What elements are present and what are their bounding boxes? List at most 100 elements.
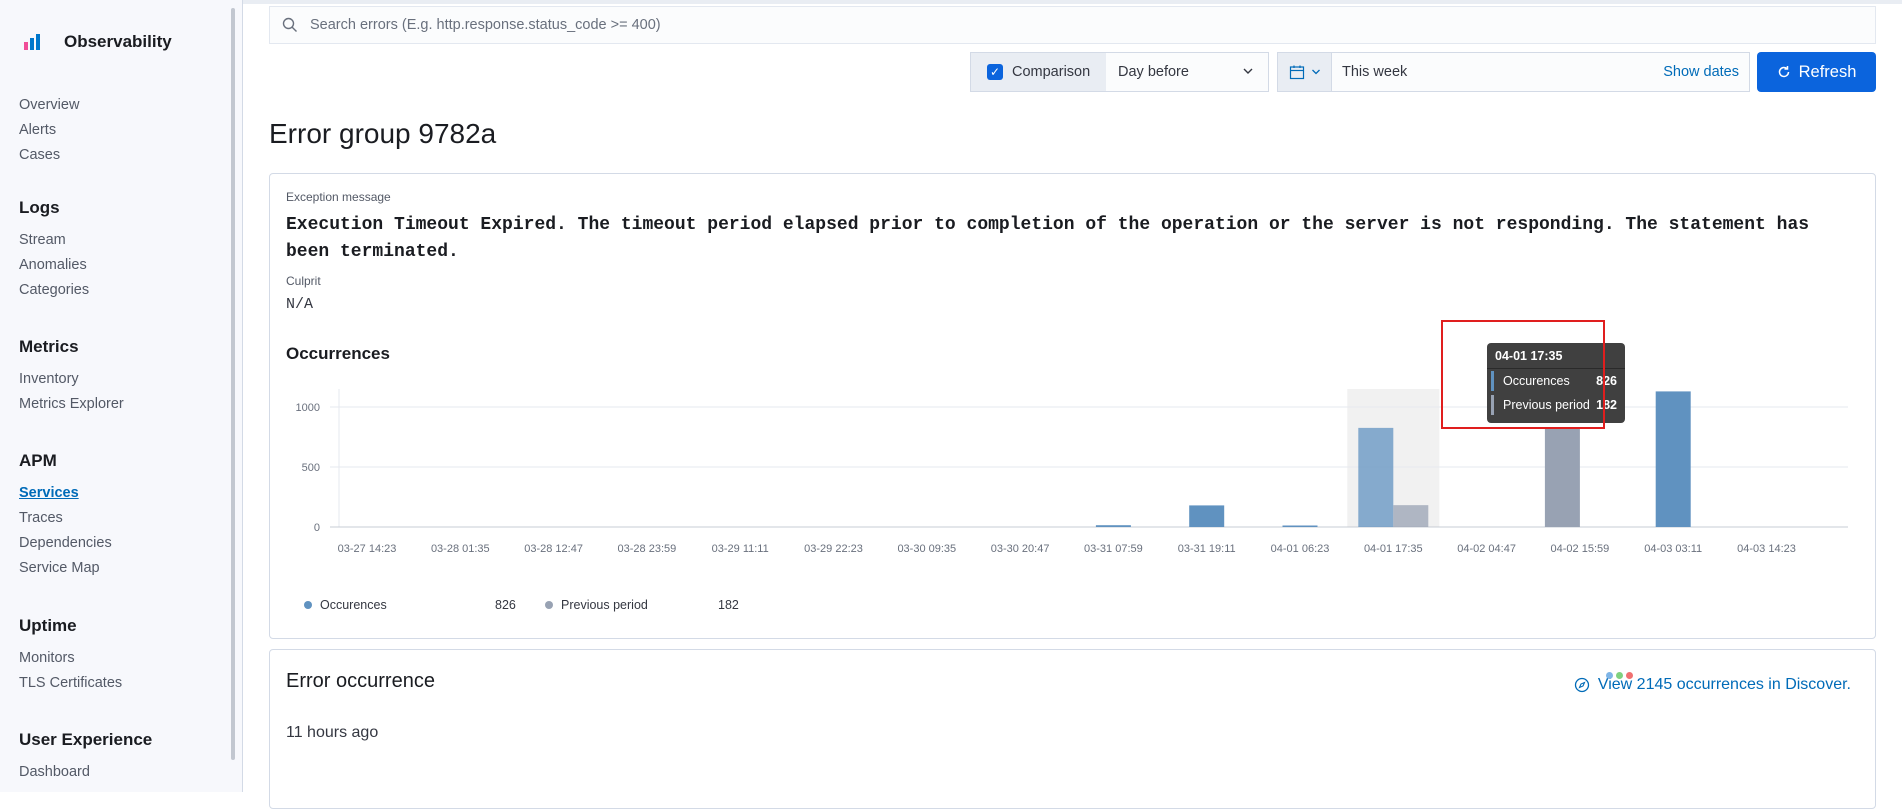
chart-bar-occurences — [1282, 525, 1318, 527]
brand[interactable]: Observability — [20, 30, 172, 54]
chart-x-tick-label: 03-27 14:23 — [338, 543, 397, 555]
culprit-value: N/A — [286, 296, 314, 313]
nav-heading-user-experience: User Experience — [19, 730, 153, 749]
legend-occurences-label[interactable]: Occurences — [320, 598, 495, 612]
nav-heading-logs: Logs — [19, 198, 60, 217]
refresh-button[interactable]: Refresh — [1757, 52, 1876, 92]
main-content: ✓ Comparison Day before This week Show d… — [243, 0, 1902, 809]
chart-x-tick-label: 03-30 20:47 — [991, 543, 1050, 555]
top-divider — [243, 0, 1902, 4]
comparison-checkbox-wrapper[interactable]: ✓ Comparison — [971, 53, 1106, 91]
chart-legend: Occurences 826 Previous period 182 — [304, 598, 739, 612]
chart-x-tick-label: 04-01 17:35 — [1364, 543, 1423, 555]
nav-item-anomalies[interactable]: Anomalies — [19, 253, 89, 278]
chart-y-tick-label: 0 — [314, 522, 320, 534]
nav-item-monitors[interactable]: Monitors — [19, 646, 122, 671]
nav-section-uptime: Uptime Monitors TLS Certificates — [19, 616, 122, 696]
occurrence-time-ago: 11 hours ago — [286, 724, 379, 741]
chart-x-tick-label: 04-02 04:47 — [1457, 543, 1516, 555]
chart-bar-occurences — [1189, 505, 1225, 527]
annotation-highlight-box — [1441, 320, 1605, 429]
occurrences-title: Occurrences — [286, 344, 390, 363]
nav-item-traces[interactable]: Traces — [19, 506, 112, 531]
nav-item-metrics-explorer[interactable]: Metrics Explorer — [19, 392, 124, 417]
nav-item-services[interactable]: Services — [19, 481, 112, 506]
search-bar — [269, 6, 1876, 44]
nav-section-metrics: Metrics Inventory Metrics Explorer — [19, 337, 124, 417]
nav-section-logs: Logs Stream Anomalies Categories — [19, 198, 89, 303]
chart-x-tick-label: 04-01 06:23 — [1271, 543, 1330, 555]
comparison-select[interactable]: Day before — [1106, 53, 1268, 91]
date-picker: This week Show dates — [1277, 52, 1750, 92]
legend-occurences-dot — [304, 601, 312, 609]
nav-item-cases[interactable]: Cases — [19, 143, 79, 168]
nav-item-stream[interactable]: Stream — [19, 228, 89, 253]
error-occurrence-panel: Error occurrence View 2145 occurrences i… — [269, 649, 1876, 809]
exception-message: Execution Timeout Expired. The timeout p… — [286, 215, 1810, 262]
occurrences-chart[interactable]: 0 500 1000 03-27 14:23 03-28 01:35 03-28 12:4… — [270, 369, 1870, 589]
nav-item-tls-certificates[interactable]: TLS Certificates — [19, 671, 122, 696]
date-range-value[interactable]: This week — [1342, 64, 1663, 80]
refresh-icon — [1778, 66, 1789, 78]
dot-green — [1616, 672, 1623, 679]
chart-y-tick-label: 1000 — [296, 402, 320, 414]
chevron-down-icon — [1311, 69, 1320, 75]
legend-previous-dot — [545, 601, 553, 609]
nav-item-service-map[interactable]: Service Map — [19, 556, 112, 581]
comparison-label: Comparison — [1012, 64, 1091, 80]
nav-item-alerts[interactable]: Alerts — [19, 118, 79, 143]
loading-dots — [1606, 672, 1633, 679]
nav-heading-metrics: Metrics — [19, 337, 79, 356]
legend-previous-value: 182 — [718, 598, 739, 612]
comparison-select-value: Day before — [1118, 64, 1189, 80]
chart-bar-previous-period — [1544, 427, 1580, 527]
refresh-label: Refresh — [1798, 62, 1857, 81]
view-in-discover-label: View 2145 occurrences in Discover. — [1597, 676, 1851, 693]
chart-x-tick-label: 03-28 01:35 — [431, 543, 490, 555]
app-title: Observability — [64, 32, 172, 51]
exception-message-label: Exception message — [286, 190, 391, 204]
chart-x-tick-label: 03-29 22:23 — [804, 543, 863, 555]
error-occurrence-title: Error occurrence — [286, 670, 435, 692]
quick-select-button[interactable] — [1278, 53, 1332, 91]
chart-x-tick-label: 03-31 19:11 — [1178, 543, 1236, 555]
chart-x-tick-label: 03-28 12:47 — [524, 543, 583, 555]
chart-x-tick-label: 04-02 15:59 — [1551, 543, 1610, 555]
nav-item-overview[interactable]: Overview — [19, 93, 79, 118]
sidebar: Observability Overview Alerts Cases Logs… — [0, 0, 243, 792]
error-details-panel: Exception message Execution Timeout Expi… — [269, 173, 1876, 639]
nav-section-apm: APM Services Traces Dependencies Service… — [19, 451, 112, 581]
show-dates-link[interactable]: Show dates — [1663, 64, 1739, 80]
chevron-down-icon — [1242, 65, 1254, 80]
nav-heading-uptime: Uptime — [19, 616, 77, 635]
nav-item-dashboard[interactable]: Dashboard — [19, 760, 152, 785]
legend-previous-label[interactable]: Previous period — [561, 598, 718, 612]
dot-red — [1626, 672, 1633, 679]
chart-x-tick-label: 04-03 03:11 — [1644, 543, 1702, 555]
culprit-label: Culprit — [286, 274, 321, 288]
nav-section-user-experience: User Experience Dashboard — [19, 730, 152, 785]
nav-heading-apm: APM — [19, 451, 57, 470]
comparison-control: ✓ Comparison Day before — [970, 52, 1269, 92]
sidebar-scrollbar[interactable] — [231, 8, 235, 760]
chart-bar-occurences — [1358, 427, 1394, 527]
chart-x-tick-label: 03-31 07:59 — [1084, 543, 1143, 555]
calendar-icon — [1289, 65, 1304, 80]
compass-icon — [1574, 677, 1589, 693]
nav-section-overview: Overview Alerts Cases — [19, 93, 79, 168]
nav-item-dependencies[interactable]: Dependencies — [19, 531, 112, 556]
chart-bar-occurences — [1095, 525, 1131, 527]
nav-item-inventory[interactable]: Inventory — [19, 367, 124, 392]
comparison-checkbox[interactable]: ✓ — [987, 64, 1003, 80]
search-input[interactable] — [310, 17, 1710, 33]
page-title: Error group 9782a — [269, 118, 497, 149]
chart-x-tick-label: 03-29 11:11 — [712, 543, 769, 555]
chart-y-tick-label: 500 — [302, 462, 320, 474]
chart-bar-occurences — [1655, 391, 1691, 527]
observability-logo-icon — [20, 30, 44, 54]
chart-x-tick-label: 03-30 09:35 — [897, 543, 956, 555]
search-icon — [282, 17, 298, 33]
chart-x-tick-label: 03-28 23:59 — [618, 543, 677, 555]
nav-item-categories[interactable]: Categories — [19, 278, 89, 303]
dot-blue — [1606, 672, 1613, 679]
